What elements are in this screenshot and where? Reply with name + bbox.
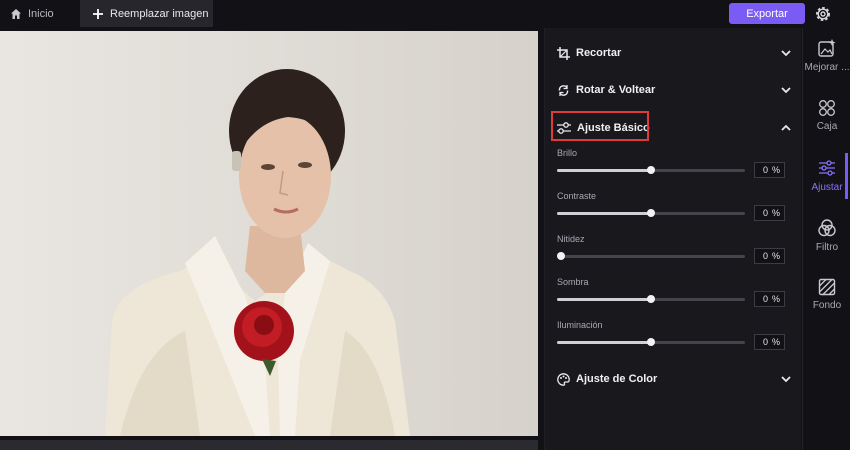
- slider-fill: [557, 212, 651, 215]
- rail-item-filter[interactable]: Filtro: [803, 218, 850, 253]
- slider-row-brillo: Brillo 0%: [557, 148, 787, 178]
- rail-item-box[interactable]: Caja: [803, 99, 850, 132]
- slider-label: Nitidez: [557, 234, 585, 244]
- crop-icon: [557, 46, 570, 60]
- grid-circles-icon: [819, 100, 835, 116]
- slider-label: Contraste: [557, 191, 597, 201]
- rail-item-background[interactable]: Fondo: [803, 278, 850, 311]
- plus-icon: [93, 8, 103, 19]
- slider-value-field[interactable]: 0%: [754, 162, 785, 178]
- adjust-sliders-icon: [819, 160, 835, 176]
- chevron-up-icon[interactable]: [780, 122, 792, 134]
- slider-thumb[interactable]: [647, 209, 655, 217]
- slider-label: Iluminación: [557, 320, 603, 330]
- slider-value: 0: [763, 251, 769, 261]
- section-rotate-label: Rotar & Voltear: [576, 84, 656, 96]
- slider-row-sombra: Sombra 0%: [557, 277, 787, 307]
- chevron-down-icon[interactable]: [780, 47, 792, 59]
- home-button[interactable]: Inicio: [10, 3, 54, 25]
- top-bar: Inicio Reemplazar imagen Exportar: [0, 0, 850, 28]
- replace-image-button[interactable]: Reemplazar imagen: [80, 0, 213, 27]
- slider-row-nitidez: Nitidez 0%: [557, 234, 787, 264]
- portrait-photo: [0, 31, 538, 436]
- rail-label: Fondo: [812, 300, 842, 311]
- slider-unit: %: [771, 165, 780, 175]
- sparkle-image-icon: [818, 39, 836, 57]
- slider-thumb[interactable]: [557, 252, 565, 260]
- slider-value: 0: [763, 165, 769, 175]
- rail-label: Mejorar ...: [804, 62, 850, 73]
- section-crop-label: Recortar: [576, 47, 622, 59]
- slider-label: Sombra: [557, 277, 589, 287]
- slider-row-iluminacion: Iluminación 0%: [557, 320, 787, 350]
- filter-circles-icon: [818, 219, 836, 237]
- slider-fill: [557, 298, 651, 301]
- section-color-adjust-label: Ajuste de Color: [576, 373, 658, 385]
- slider-thumb[interactable]: [647, 166, 655, 174]
- section-color-adjust[interactable]: Ajuste de Color: [557, 368, 792, 390]
- section-rotate[interactable]: Rotar & Voltear: [557, 79, 792, 101]
- chevron-down-icon[interactable]: [780, 84, 792, 96]
- rail-item-adjust[interactable]: Ajustar: [803, 158, 850, 193]
- slider-value: 0: [763, 208, 769, 218]
- slider-track[interactable]: [557, 209, 745, 217]
- rotate-icon: [558, 84, 569, 96]
- home-icon: [11, 9, 21, 19]
- slider-value-field[interactable]: 0%: [754, 248, 785, 264]
- tool-rail: Mejorar ... Caja Ajustar Filtro Fondo: [802, 28, 850, 450]
- rail-label: Ajustar: [811, 182, 843, 193]
- slider-value: 0: [763, 294, 769, 304]
- export-button[interactable]: Exportar: [729, 3, 805, 24]
- slider-label: Brillo: [557, 148, 578, 158]
- highlight-box: [551, 111, 649, 141]
- rail-label: Filtro: [815, 242, 839, 253]
- image-canvas[interactable]: [0, 31, 538, 436]
- slider-unit: %: [771, 251, 780, 261]
- slider-thumb[interactable]: [647, 295, 655, 303]
- chevron-down-icon[interactable]: [780, 373, 792, 385]
- home-label: Inicio: [28, 8, 54, 20]
- slider-fill: [557, 169, 651, 172]
- section-crop[interactable]: Recortar: [557, 42, 792, 64]
- slider-value-field[interactable]: 0%: [754, 205, 785, 221]
- slider-thumb[interactable]: [647, 338, 655, 346]
- export-label: Exportar: [746, 7, 788, 20]
- replace-image-label: Reemplazar imagen: [110, 7, 209, 20]
- slider-value: 0: [763, 337, 769, 347]
- rail-label: Caja: [816, 121, 838, 132]
- slider-track[interactable]: [557, 295, 745, 303]
- slider-fill: [557, 341, 651, 344]
- slider-unit: %: [771, 208, 780, 218]
- slider-value-field[interactable]: 0%: [754, 291, 785, 307]
- palette-icon: [557, 372, 570, 386]
- slider-value-field[interactable]: 0%: [754, 334, 785, 350]
- slider-unit: %: [771, 337, 780, 347]
- slider-track[interactable]: [557, 166, 745, 174]
- horizontal-scrollbar[interactable]: [0, 440, 538, 450]
- slider-row-contraste: Contraste 0%: [557, 191, 787, 221]
- gear-icon[interactable]: [813, 4, 833, 24]
- slider-track[interactable]: [557, 252, 745, 260]
- slider-unit: %: [771, 294, 780, 304]
- slider-track[interactable]: [557, 338, 745, 346]
- rail-active-indicator: [845, 153, 848, 199]
- rail-item-enhance[interactable]: Mejorar ...: [803, 38, 850, 73]
- background-icon: [818, 278, 836, 296]
